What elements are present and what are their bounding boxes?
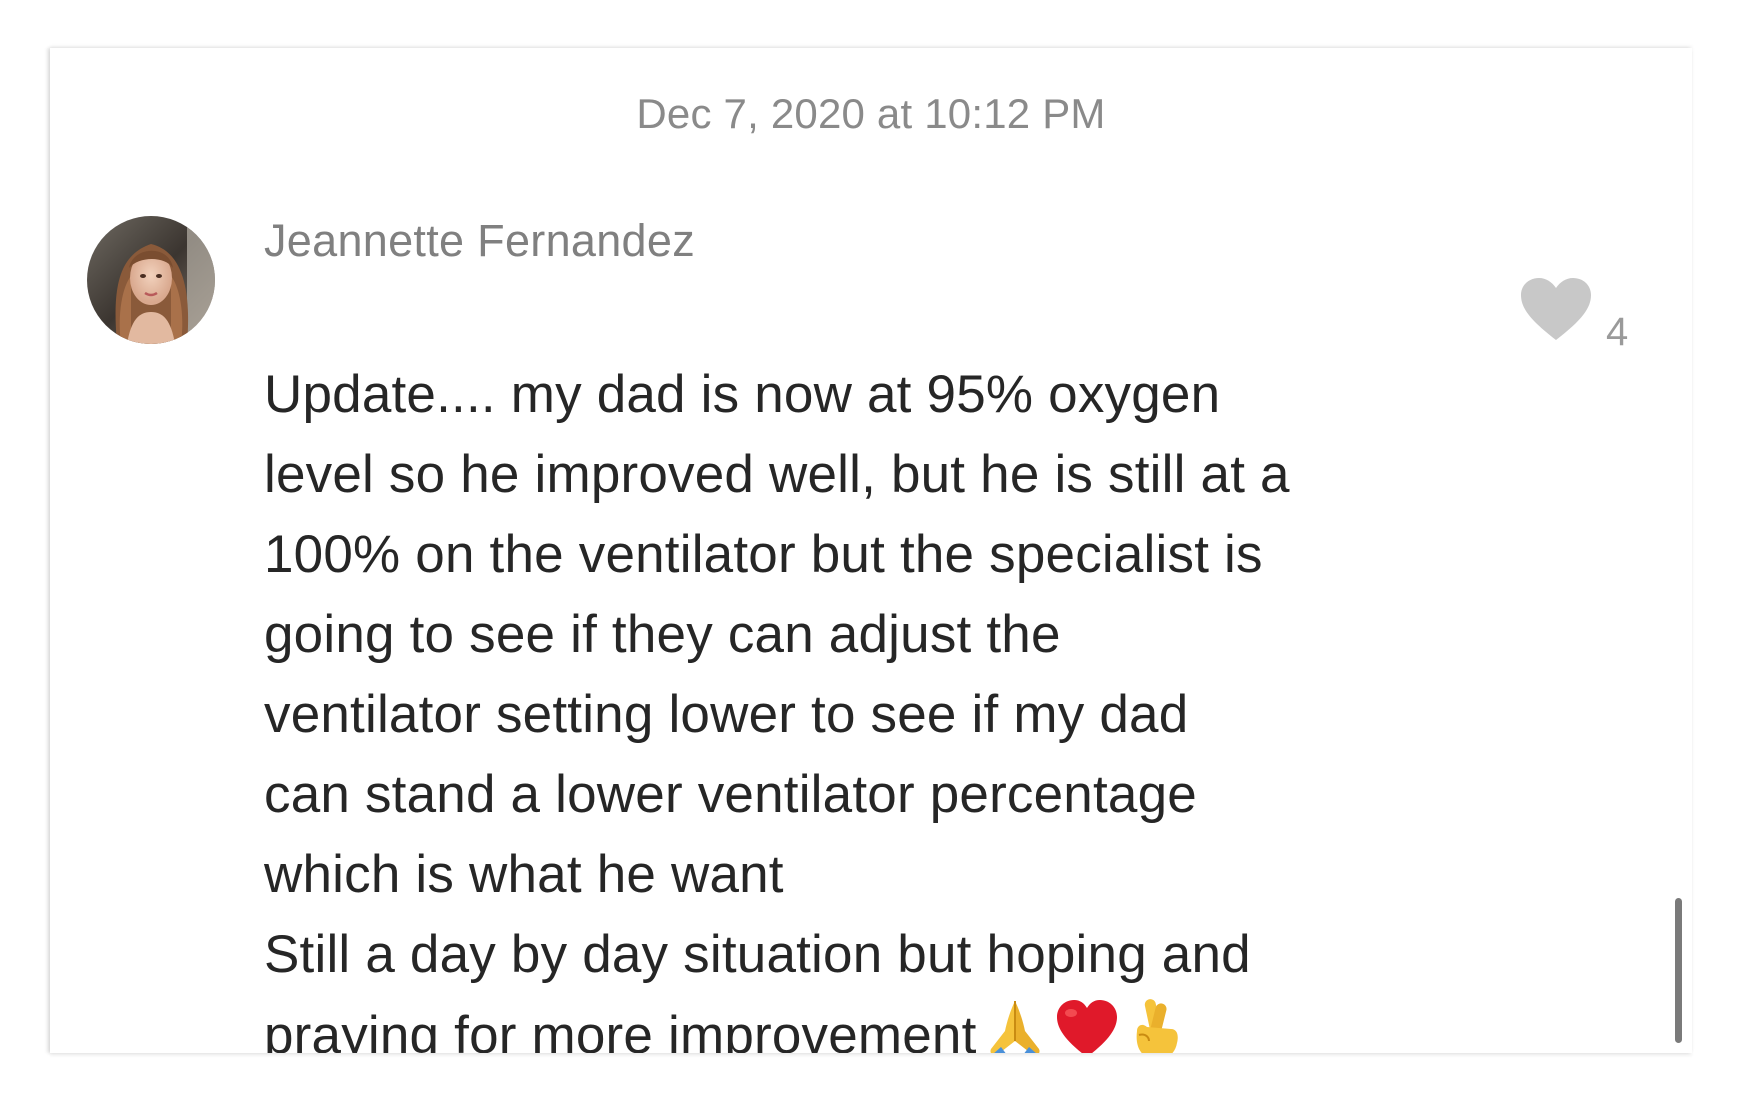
comment-line: 100% on the ventilator but the specialis… (264, 525, 1263, 584)
red-heart-icon (1053, 995, 1121, 1053)
comment: Jeannette Fernandez Update.... my dad is… (264, 211, 1504, 1053)
avatar[interactable] (87, 216, 215, 344)
comment-line: praying for more improvement (264, 1006, 977, 1053)
timestamp: Dec 7, 2020 at 10:12 PM (636, 90, 1106, 137)
comment-line: can stand a lower ventilator percentage (264, 765, 1197, 824)
crossed-fingers-icon (1125, 995, 1185, 1053)
scrollbar[interactable] (1675, 898, 1682, 1043)
comment-line: Update.... my dad is now at 95% oxygen (264, 365, 1221, 424)
folded-hands-icon (981, 995, 1049, 1053)
comment-line: level so he improved well, but he is sti… (264, 445, 1290, 504)
like-count: 4 (1606, 310, 1629, 354)
heart-icon[interactable] (1518, 276, 1594, 342)
author-name[interactable]: Jeannette Fernandez (264, 211, 1504, 271)
comment-line: ventilator setting lower to see if my da… (264, 685, 1189, 744)
comment-panel: Dec 7, 2020 at 10:12 PM Jeannette Fernan… (50, 48, 1692, 1053)
like-control[interactable]: 4 (1518, 276, 1638, 366)
comment-line-last: praying for more improvement (264, 999, 1185, 1053)
comment-line: Still a day by day situation but hoping … (264, 925, 1251, 984)
comment-text: Update.... my dad is now at 95% oxygen l… (264, 275, 1504, 1053)
avatar-photo (87, 216, 215, 344)
comment-line: going to see if they can adjust the (264, 605, 1061, 664)
comment-line: which is what he want (264, 845, 784, 904)
